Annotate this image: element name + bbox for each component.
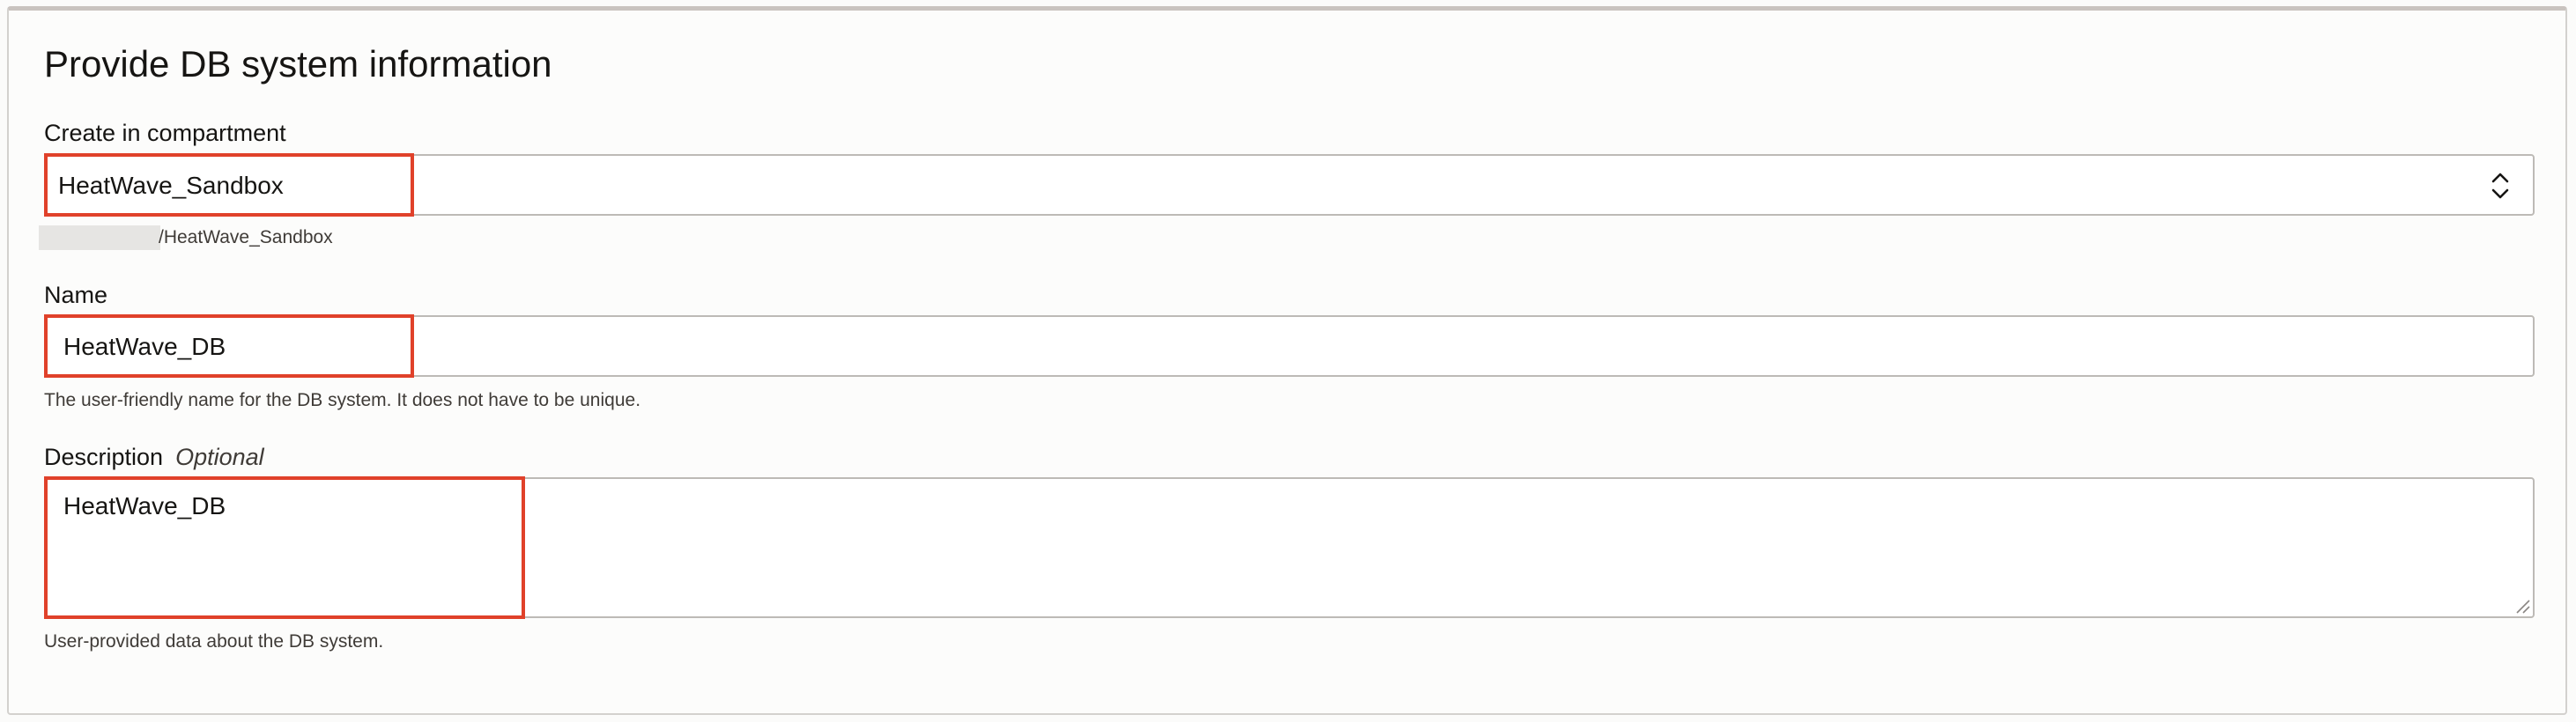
name-helper-text: The user-friendly name for the DB system… xyxy=(44,390,641,410)
name-label: Name xyxy=(44,282,108,308)
description-highlight-box xyxy=(44,476,525,619)
name-input[interactable]: HeatWave_DB xyxy=(44,315,2535,377)
section-title: Provide DB system information xyxy=(44,43,552,85)
resize-handle-icon[interactable] xyxy=(2512,595,2531,615)
chevron-up-down-icon[interactable] xyxy=(2489,168,2512,203)
compartment-path: /HeatWave_Sandbox xyxy=(159,227,333,247)
description-label: Description Optional xyxy=(44,442,264,472)
name-highlight-box xyxy=(44,314,414,378)
compartment-select[interactable]: HeatWave_Sandbox xyxy=(44,154,2535,216)
compartment-highlight-box xyxy=(44,153,414,217)
compartment-label: Create in compartment xyxy=(44,120,286,146)
compartment-path-redacted xyxy=(39,225,160,250)
description-optional-tag: Optional xyxy=(175,444,264,470)
description-helper-text: User-provided data about the DB system. xyxy=(44,631,384,652)
description-label-text: Description xyxy=(44,444,164,470)
